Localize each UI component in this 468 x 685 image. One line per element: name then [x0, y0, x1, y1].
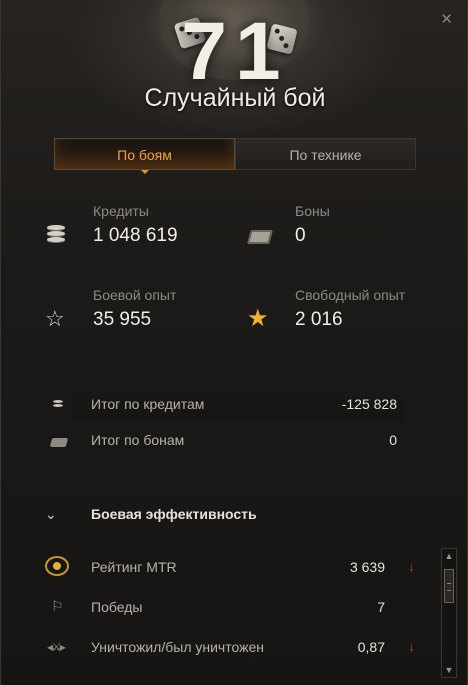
bond-icon: [49, 438, 69, 447]
laurel-icon: [45, 556, 69, 576]
free-xp-value: 2 016: [295, 309, 343, 330]
tab-by-battles[interactable]: По боям: [54, 138, 235, 174]
trend-down-icon: ↓: [408, 558, 415, 574]
efficiency-row-label: Уничтожил/был уничтожен: [91, 639, 264, 655]
bonds-value: 0: [295, 225, 306, 246]
bonds-label: Боны: [295, 203, 330, 219]
efficiency-row: ◂⚔▸ Уничтожил/был уничтожен 0,87 ↓: [45, 636, 425, 660]
efficiency-row: ⚐ Победы 7: [45, 596, 425, 620]
free-xp-label: Свободный опыт: [295, 287, 406, 303]
credits-total-label: Итог по кредитам: [91, 396, 205, 412]
bonds-stat: Боны 0: [295, 203, 330, 247]
efficiency-row-value: 3 639: [349, 559, 385, 575]
coins-icon: [47, 225, 67, 243]
scroll-down-icon[interactable]: ▼: [442, 663, 456, 677]
credits-value: 1 048 619: [93, 225, 178, 246]
credits-total-row: Итог по кредитам -125 828: [49, 394, 409, 418]
efficiency-row-label: Рейтинг MTR: [91, 559, 177, 575]
bonds-total-row: Итог по бонам 0: [49, 430, 409, 454]
chevron-down-icon[interactable]: ⌄: [45, 506, 57, 523]
credits-total-value: -125 828: [341, 396, 397, 412]
credits-label: Кредиты: [93, 203, 149, 219]
efficiency-row-label: Победы: [91, 599, 143, 615]
battle-xp-value: 35 955: [93, 309, 152, 330]
free-xp-stat: Свободный опыт 2 016: [295, 287, 405, 331]
star-gold-icon: ★: [247, 305, 269, 332]
scrollbar[interactable]: ▲ ▼: [441, 548, 457, 678]
efficiency-title: Боевая эффективность: [91, 506, 257, 522]
bond-icon: [247, 230, 273, 244]
tab-by-vehicle[interactable]: По технике: [235, 138, 416, 170]
vs-icon: ◂⚔▸: [47, 640, 66, 654]
efficiency-row: Рейтинг MTR 3 639 ↓: [45, 556, 425, 580]
bonds-total-value: 0: [389, 432, 397, 448]
coins-icon: [53, 400, 63, 408]
battle-type-title: Случайный бой: [144, 84, 326, 112]
star-outline-icon: ☆: [45, 306, 65, 331]
efficiency-row-value: 0,87: [357, 639, 385, 655]
efficiency-row-value: 7: [377, 599, 385, 615]
credits-stat: Кредиты 1 048 619: [93, 203, 178, 247]
bonds-total-label: Итог по бонам: [91, 432, 185, 448]
session-stats-panel: ✕ 71 Случайный бой По боям По технике Кр…: [0, 0, 468, 685]
trend-down-icon: ↓: [408, 638, 415, 654]
flag-icon: ⚐: [51, 598, 64, 614]
battle-xp-label: Боевой опыт: [93, 287, 177, 303]
scrollbar-thumb[interactable]: [444, 569, 454, 603]
scroll-up-icon[interactable]: ▲: [442, 549, 456, 563]
battle-xp-stat: Боевой опыт 35 955: [93, 287, 176, 331]
tab-bar: По боям По технике: [54, 138, 416, 174]
